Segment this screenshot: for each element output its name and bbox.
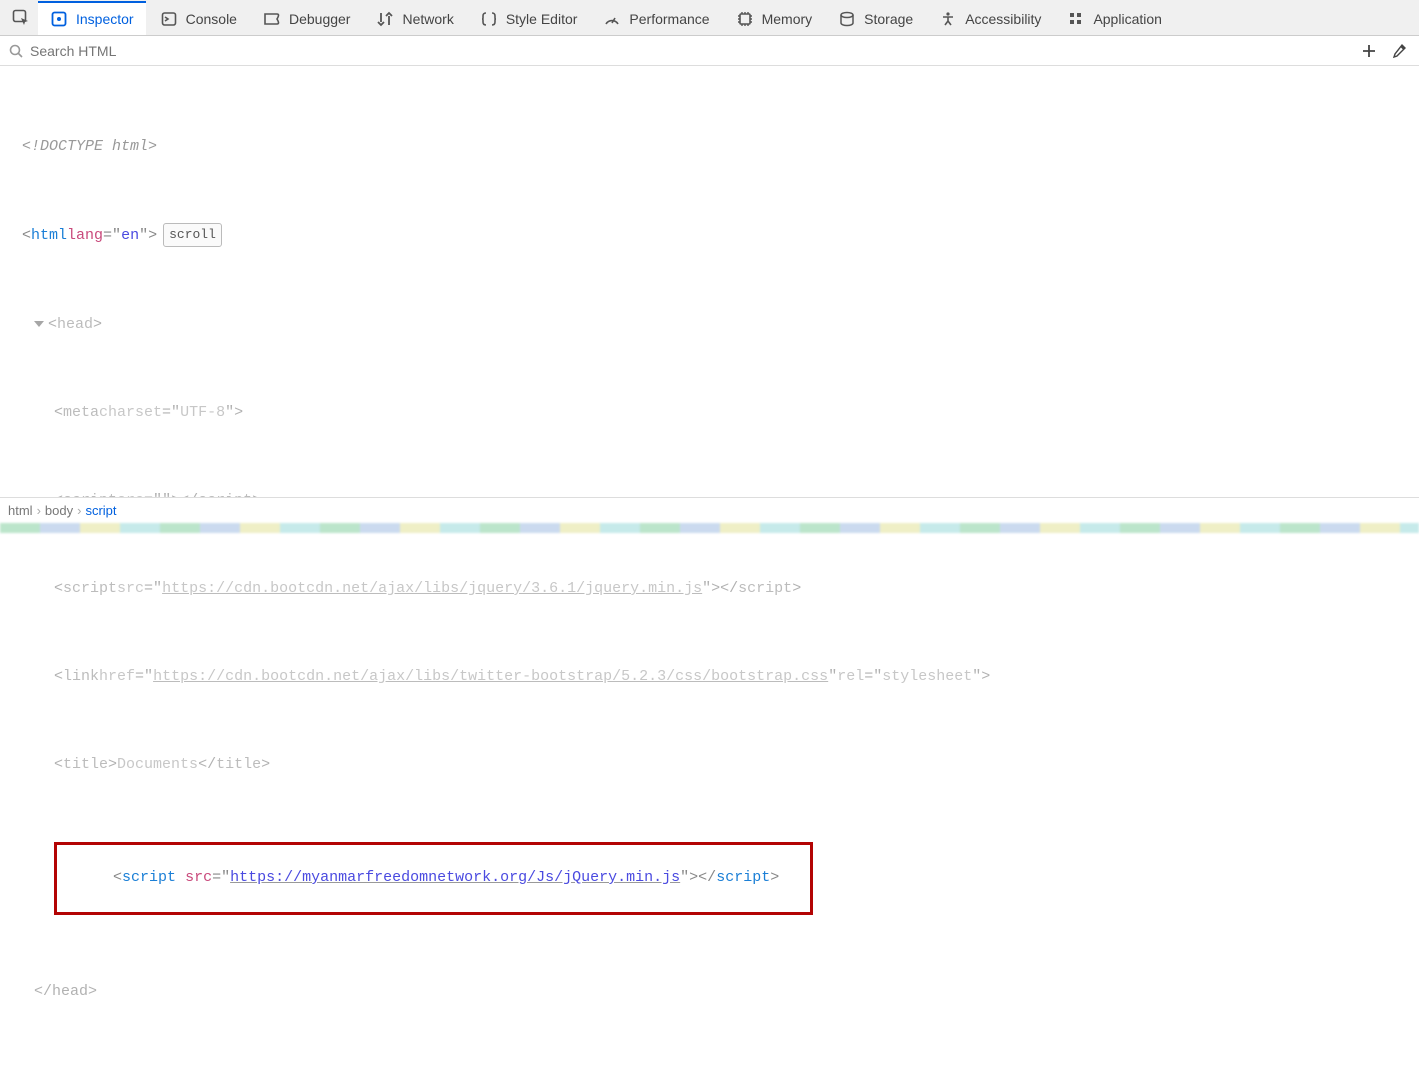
tab-label: Accessibility	[965, 11, 1041, 27]
breadcrumb: html › body › script	[0, 497, 1419, 523]
tab-storage[interactable]: Storage	[826, 1, 925, 35]
crumb-html[interactable]: html	[8, 503, 33, 518]
search-input[interactable]	[30, 43, 1355, 59]
bottom-divider	[0, 523, 1419, 533]
style-editor-icon	[480, 10, 498, 28]
chevron-right-icon: ›	[77, 503, 81, 518]
head-open-node[interactable]: <head>	[12, 314, 1419, 336]
console-icon	[160, 10, 178, 28]
accessibility-icon	[939, 10, 957, 28]
tab-label: Inspector	[76, 11, 134, 27]
tab-accessibility[interactable]: Accessibility	[927, 1, 1053, 35]
network-icon	[376, 10, 394, 28]
link-bootstrap-node[interactable]: <link href="https://cdn.bootcdn.net/ajax…	[12, 666, 1419, 688]
tab-label: Performance	[629, 11, 709, 27]
element-picker-button[interactable]	[6, 3, 36, 33]
tab-memory[interactable]: Memory	[724, 1, 825, 35]
head-close-node[interactable]: </head>	[12, 981, 1419, 1003]
performance-icon	[603, 10, 621, 28]
tab-label: Storage	[864, 11, 913, 27]
tab-debugger[interactable]: Debugger	[251, 1, 363, 35]
tab-style-editor[interactable]: Style Editor	[468, 1, 590, 35]
doctype-node[interactable]: <!DOCTYPE html>	[12, 136, 1419, 158]
tab-inspector[interactable]: Inspector	[38, 1, 146, 35]
memory-icon	[736, 10, 754, 28]
red-highlight-box: <script src="https://myanmarfreedomnetwo…	[54, 842, 813, 915]
tab-label: Memory	[762, 11, 813, 27]
storage-icon	[838, 10, 856, 28]
debugger-icon	[263, 10, 281, 28]
inspector-icon	[50, 10, 68, 28]
chevron-right-icon: ›	[37, 503, 41, 518]
meta-node[interactable]: <meta charset="UTF-8">	[12, 402, 1419, 424]
twisty-icon[interactable]	[34, 321, 44, 327]
html-node[interactable]: <html lang="en"> scroll	[12, 224, 1419, 248]
tab-label: Debugger	[289, 11, 351, 27]
crumb-script[interactable]: script	[85, 503, 116, 518]
scroll-badge[interactable]: scroll	[163, 223, 222, 247]
eyedropper-button[interactable]	[1391, 43, 1407, 59]
title-node[interactable]: <title>Documents</title>	[12, 754, 1419, 776]
tab-label: Application	[1093, 11, 1162, 27]
markup-tree[interactable]: <!DOCTYPE html> <html lang="en"> scroll …	[0, 66, 1419, 1066]
highlighted-script-node[interactable]: <script src="https://myanmarfreedomnetwo…	[12, 842, 1419, 915]
devtools-tabbar: Inspector Console Debugger Network Style…	[0, 0, 1419, 36]
tab-console[interactable]: Console	[148, 1, 249, 35]
picker-icon	[11, 8, 31, 28]
html-search-bar	[0, 36, 1419, 66]
tab-label: Console	[186, 11, 237, 27]
tab-label: Style Editor	[506, 11, 578, 27]
tab-performance[interactable]: Performance	[591, 1, 721, 35]
tab-label: Network	[402, 11, 453, 27]
search-icon	[8, 43, 24, 59]
script-jquery-node[interactable]: <script src="https://cdn.bootcdn.net/aja…	[12, 578, 1419, 600]
application-icon	[1067, 10, 1085, 28]
tab-application[interactable]: Application	[1055, 1, 1174, 35]
crumb-body[interactable]: body	[45, 503, 73, 518]
add-node-button[interactable]	[1361, 43, 1377, 59]
tab-network[interactable]: Network	[364, 1, 465, 35]
